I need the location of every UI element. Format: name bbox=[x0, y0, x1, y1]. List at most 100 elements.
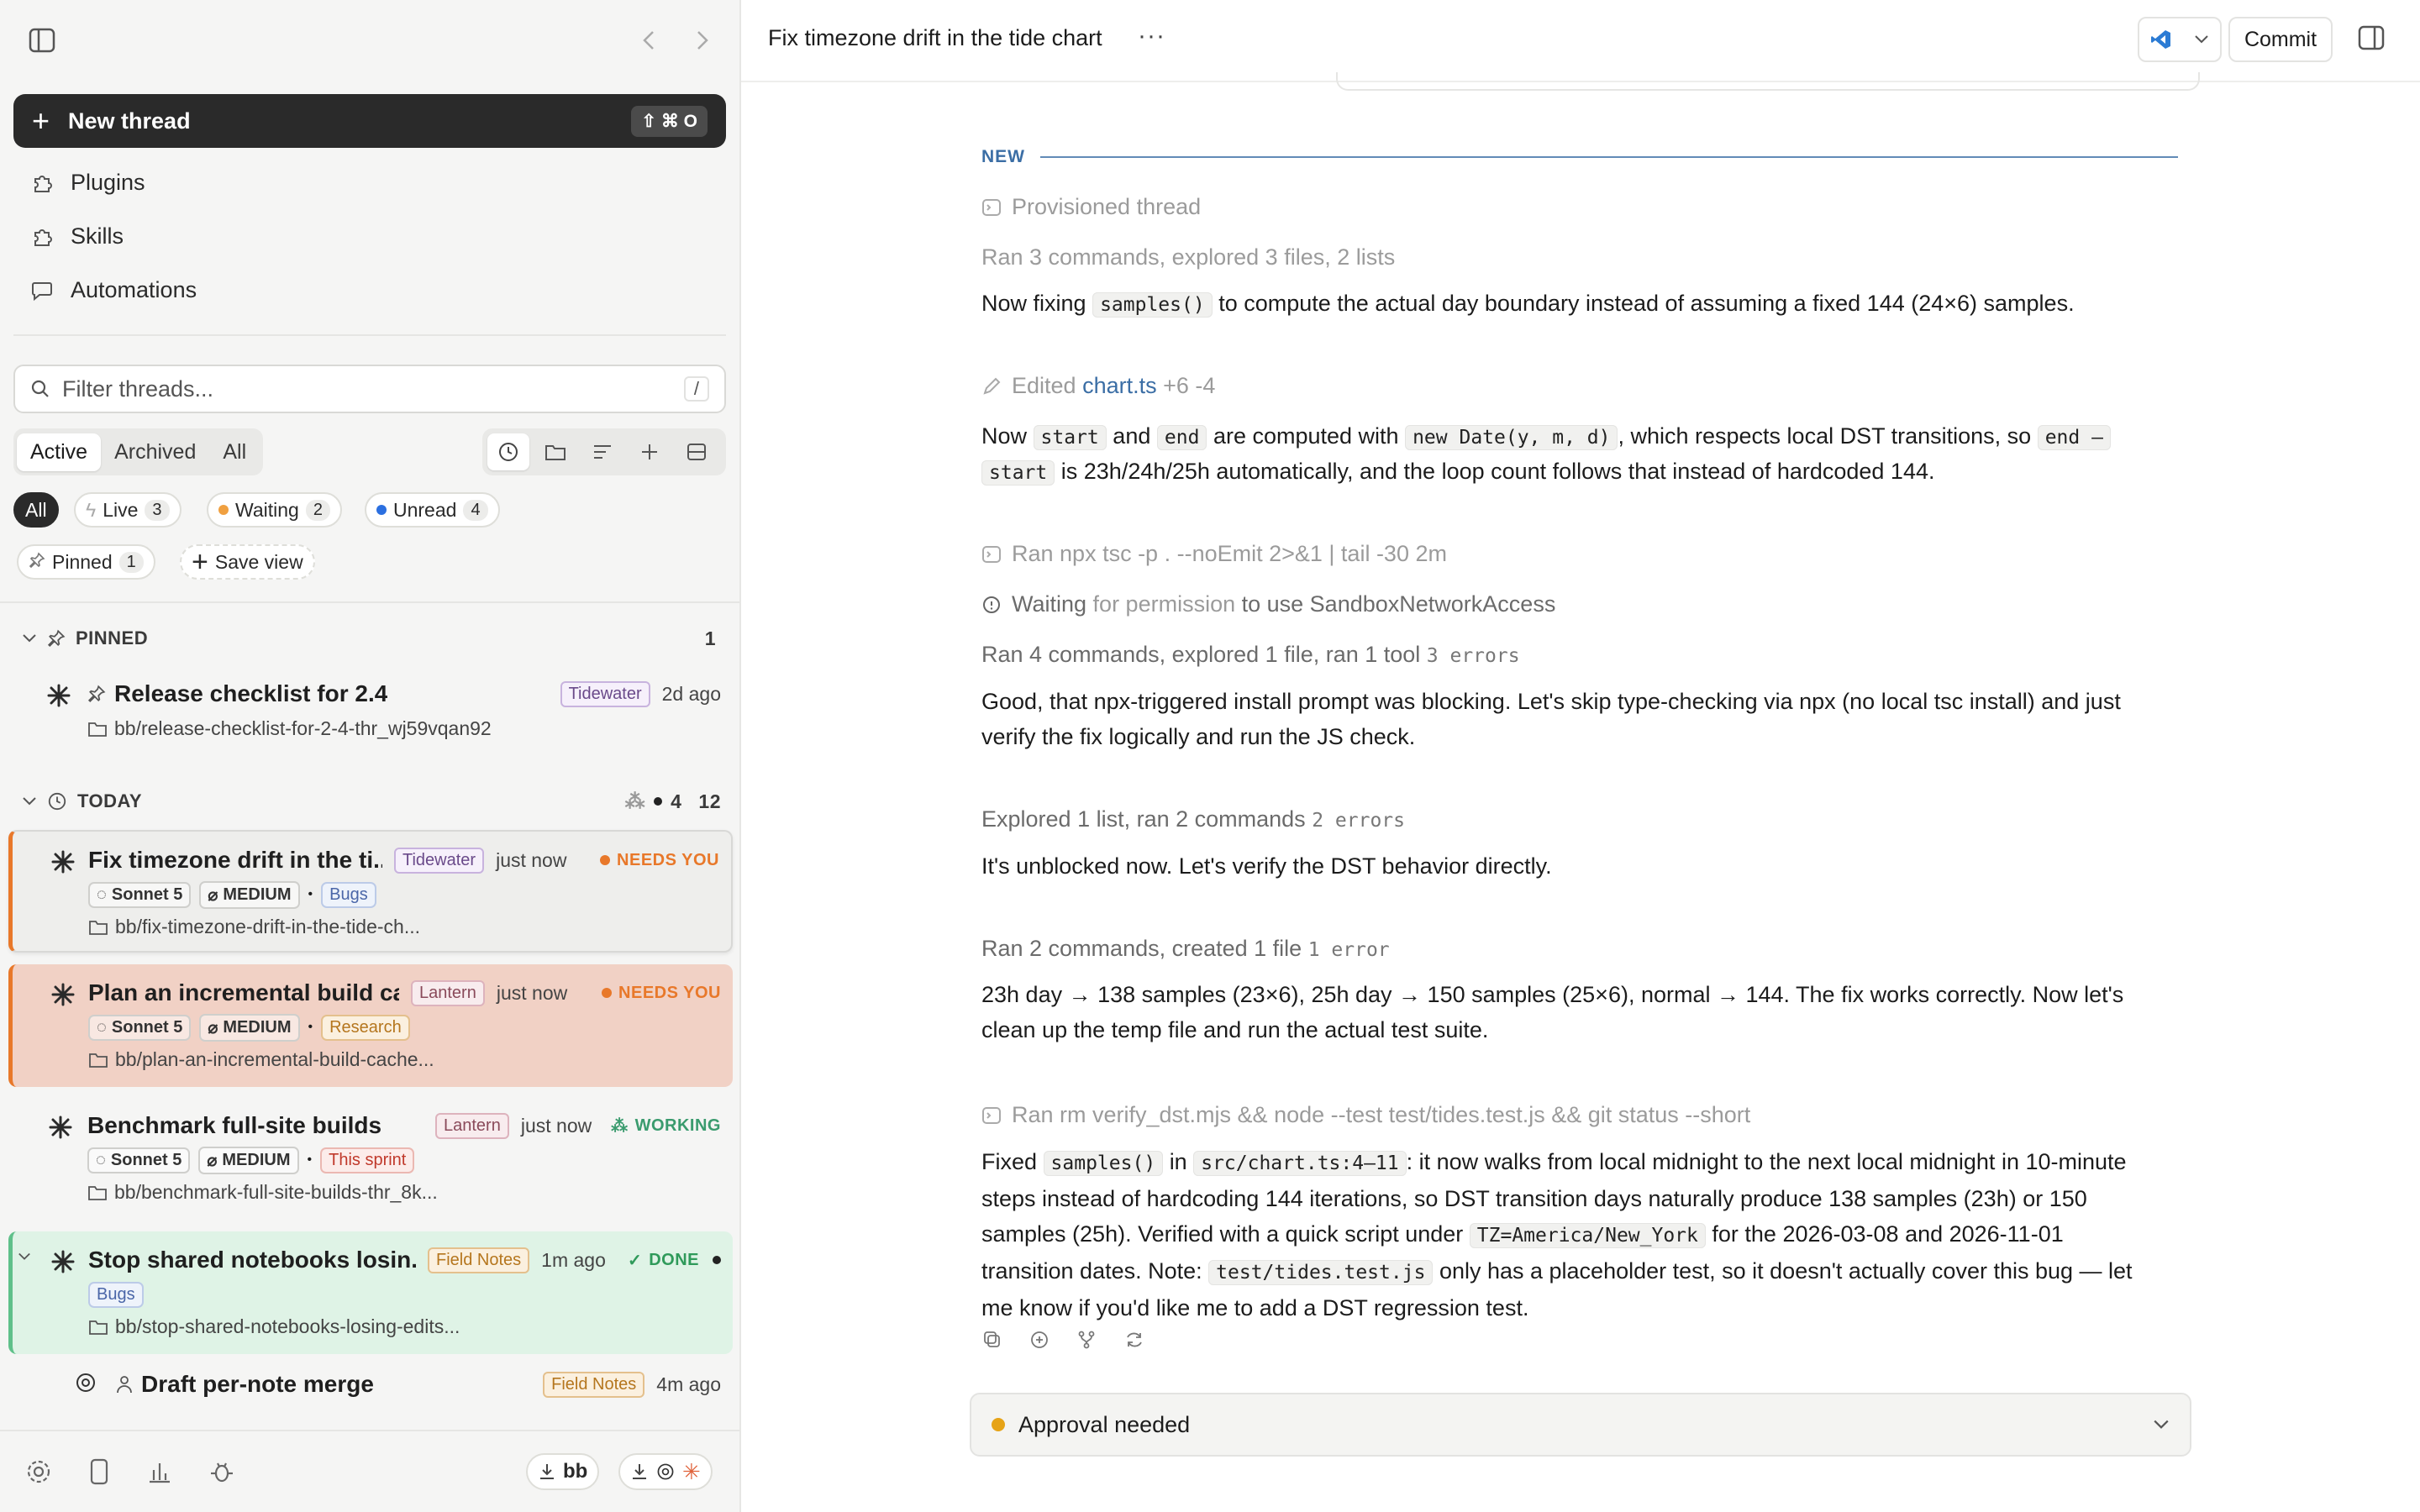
thread-path: bb/release-checklist-for-2-4-thr_wj59vqa… bbox=[114, 717, 492, 739]
thread-item-selected[interactable]: Fix timezone drift in the ti... Tidewate… bbox=[8, 830, 733, 953]
sidebar-footer: bb ✳ bbox=[0, 1430, 739, 1512]
chip-waiting[interactable]: Waiting 2 bbox=[207, 492, 342, 528]
section-pinned-header[interactable]: PINNED 1 bbox=[22, 622, 721, 655]
fork-icon[interactable] bbox=[1077, 1331, 1096, 1349]
bolt-icon: ϟ bbox=[86, 498, 97, 521]
new-thread-shortcut: ⇧ ⌘ O bbox=[631, 105, 708, 137]
model-pill: ◌ Sonnet 5 bbox=[88, 881, 192, 908]
active-dot bbox=[654, 797, 663, 806]
sidebar: + New thread ⇧ ⌘ O Plugins Skills Automa… bbox=[0, 0, 741, 1512]
chip-pinned[interactable]: Pinned 1 bbox=[17, 544, 155, 580]
effort-pill: ⌀ MEDIUM bbox=[199, 880, 300, 909]
tab-all[interactable]: All bbox=[209, 433, 260, 471]
list-tree-icon[interactable] bbox=[581, 433, 623, 470]
command-row[interactable]: Ran npx tsc -p . --noEmit 2>&1 | tail -3… bbox=[981, 536, 2191, 575]
save-view-button[interactable]: + Save view bbox=[180, 544, 315, 580]
toggle-sidebar-icon[interactable] bbox=[25, 24, 59, 57]
sparkle-icon[interactable] bbox=[629, 433, 671, 470]
edited-file-link[interactable]: chart.ts bbox=[1082, 373, 1157, 398]
bar-chart-icon[interactable] bbox=[146, 1458, 173, 1485]
thread-item[interactable]: Plan an incremental build ca... Lantern … bbox=[8, 964, 733, 1087]
permission-row[interactable]: Waiting for permission to use SandboxNet… bbox=[981, 586, 2191, 625]
thread-title: Release checklist for 2.4 bbox=[114, 680, 388, 706]
copy-icon[interactable] bbox=[983, 1331, 1002, 1349]
thread-item[interactable]: Release checklist for 2.4 Tidewater 2d a… bbox=[8, 665, 733, 749]
add-comment-icon[interactable] bbox=[1030, 1331, 1049, 1349]
activity-summary[interactable]: Ran 4 commands, explored 1 file, ran 1 t… bbox=[981, 637, 2191, 674]
filter-threads-input[interactable]: Filter threads... / bbox=[13, 365, 726, 413]
chevron-down-icon bbox=[2153, 1419, 2170, 1431]
assistant-message: It's unblocked now. Let's verify the DST… bbox=[981, 853, 1552, 879]
back-arrow-icon[interactable] bbox=[632, 24, 666, 57]
download-bb-button[interactable]: bb bbox=[526, 1453, 600, 1490]
puzzle-icon bbox=[29, 223, 55, 249]
bug-icon[interactable] bbox=[208, 1458, 235, 1485]
nav-plugins[interactable]: Plugins bbox=[29, 162, 145, 202]
tab-active[interactable]: Active bbox=[17, 433, 102, 471]
thread-time: just now bbox=[496, 848, 567, 871]
commit-button[interactable]: Commit bbox=[2228, 17, 2333, 62]
nav-skills[interactable]: Skills bbox=[29, 216, 124, 256]
section-today-header[interactable]: TODAY ⁂ 4 12 bbox=[22, 785, 721, 818]
clock-icon[interactable] bbox=[487, 433, 529, 470]
effort-icon: ⌀ bbox=[207, 1151, 218, 1170]
separator-dot: • bbox=[308, 1020, 313, 1034]
nav-automations[interactable]: Automations bbox=[29, 270, 197, 310]
edited-file-row[interactable]: Edited chart.ts +6 -4 bbox=[981, 368, 2191, 407]
phone-icon[interactable] bbox=[89, 1458, 109, 1485]
status-working: ⁂ WORKING bbox=[611, 1116, 721, 1136]
new-thread-button[interactable]: + New thread ⇧ ⌘ O bbox=[13, 94, 726, 148]
chip-pinned-label: Pinned bbox=[52, 550, 113, 573]
model-pill: ◌ Sonnet 5 bbox=[87, 1147, 191, 1173]
status-done: ✓ DONE bbox=[628, 1250, 721, 1271]
thread-item[interactable]: Draft per-note merge Field Notes 4m ago bbox=[8, 1359, 733, 1410]
project-tag: Lantern bbox=[411, 979, 485, 1006]
activity-summary[interactable]: Ran 2 commands, created 1 file 1 error bbox=[981, 931, 2191, 968]
branch-folder-icon bbox=[88, 1051, 108, 1069]
tab-archived[interactable]: Archived bbox=[101, 433, 209, 471]
commit-label: Commit bbox=[2244, 27, 2317, 51]
download-icon bbox=[538, 1462, 556, 1481]
thread-meta: ◌ Sonnet 5 ⌀ MEDIUM • Research bbox=[88, 1013, 410, 1042]
folder-icon[interactable] bbox=[534, 433, 576, 470]
chip-live-count: 3 bbox=[145, 499, 170, 521]
editor-select[interactable] bbox=[2138, 17, 2222, 62]
chip-all[interactable]: All bbox=[13, 492, 59, 528]
view-toolbar bbox=[482, 428, 726, 475]
branch-folder-icon bbox=[88, 1318, 108, 1336]
effort-pill: ⌀ MEDIUM bbox=[198, 1146, 299, 1174]
activity-summary[interactable]: Explored 1 list, ran 2 commands 2 errors bbox=[981, 801, 2191, 838]
chip-live-label: Live bbox=[103, 498, 139, 521]
thread-time: 4m ago bbox=[656, 1373, 721, 1395]
new-divider-line bbox=[1040, 156, 2178, 158]
chevron-down-icon[interactable] bbox=[18, 1252, 31, 1262]
chip-unread[interactable]: Unread 4 bbox=[365, 492, 500, 528]
chat-bubble-icon bbox=[29, 276, 55, 303]
message-actions bbox=[983, 1331, 1144, 1349]
provisioned-row[interactable]: Provisioned thread bbox=[981, 189, 2191, 228]
chip-live[interactable]: ϟ Live 3 bbox=[74, 492, 182, 528]
thread-item[interactable]: Stop shared notebooks losin... Field Not… bbox=[8, 1231, 733, 1354]
unread-dot bbox=[713, 1256, 721, 1264]
forward-arrow-icon[interactable] bbox=[686, 24, 719, 57]
layout-icon[interactable] bbox=[676, 433, 718, 470]
command-row[interactable]: Ran rm verify_dst.mjs && node --test tes… bbox=[981, 1097, 2191, 1136]
error-count: 1 error bbox=[1307, 939, 1390, 961]
spinner-icon: ⁂ bbox=[624, 790, 646, 813]
activity-summary[interactable]: Ran 3 commands, explored 3 files, 2 list… bbox=[981, 239, 2191, 275]
vscode-icon bbox=[2150, 29, 2172, 50]
toggle-panel-icon[interactable] bbox=[2358, 25, 2385, 50]
approval-needed-bar[interactable]: Approval needed bbox=[970, 1393, 2191, 1457]
project-tag: Field Notes bbox=[428, 1247, 530, 1273]
check-circle-icon: ✓ bbox=[627, 1251, 643, 1270]
gear-icon[interactable] bbox=[25, 1458, 52, 1485]
retry-icon[interactable] bbox=[1124, 1331, 1144, 1349]
more-options-icon[interactable]: ··· bbox=[1138, 22, 1165, 50]
filter-shortcut: / bbox=[683, 376, 709, 402]
chevron-down-icon bbox=[22, 796, 37, 806]
status-needs-you: NEEDS YOU bbox=[602, 984, 721, 1003]
nav-automations-label: Automations bbox=[71, 276, 197, 302]
thread-item[interactable]: Benchmark full-site builds Lantern just … bbox=[8, 1097, 733, 1220]
download-apps-button[interactable]: ✳ bbox=[618, 1453, 713, 1490]
thread-title: Plan an incremental build ca... bbox=[88, 979, 399, 1005]
